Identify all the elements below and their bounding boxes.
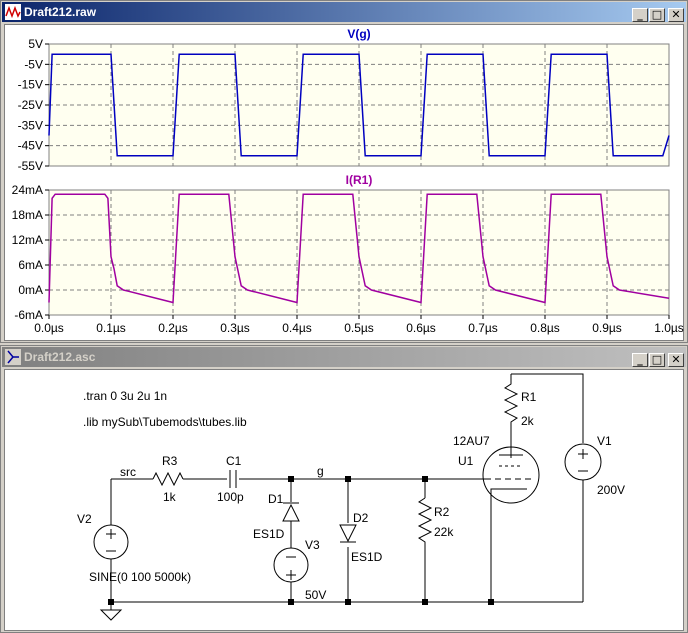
v1-value: 200V bbox=[597, 483, 625, 497]
d1-diode-icon bbox=[282, 502, 300, 528]
y-tick-label: 0mA bbox=[18, 283, 43, 297]
close-button[interactable]: ✕ bbox=[668, 353, 684, 367]
maximize-button[interactable]: □ bbox=[649, 353, 665, 367]
u1-triode-icon bbox=[482, 446, 540, 504]
c1-name: C1 bbox=[226, 454, 242, 468]
plot-window: Draft212.raw _ □ ✕ 5V -5V -15V -25V -35V -45V -5… bbox=[0, 0, 688, 343]
r2-resistor-icon bbox=[417, 497, 433, 547]
x-tick-label: 0.8µs bbox=[530, 321, 560, 335]
x-tick-label: 0.5µs bbox=[344, 321, 374, 335]
plot-window-title: Draft212.raw bbox=[24, 5, 97, 19]
y-tick-label: 24mA bbox=[12, 183, 43, 197]
v3-source-icon bbox=[273, 547, 309, 583]
y-tick-label: -25V bbox=[18, 98, 43, 112]
x-tick-label: 0.0µs bbox=[34, 321, 64, 335]
r2-value: 22k bbox=[434, 525, 454, 539]
v2-name: V2 bbox=[77, 512, 92, 526]
directive-lib: .lib mySub\Tubemods\tubes.lib bbox=[83, 415, 247, 429]
r1-resistor-icon bbox=[503, 374, 519, 430]
v2-value: SINE(0 100 5000k) bbox=[89, 570, 191, 584]
d2-model: ES1D bbox=[351, 550, 383, 564]
close-button[interactable]: ✕ bbox=[668, 8, 684, 22]
plot-area: 5V -5V -15V -25V -35V -45V -55V 24mA 18mA 12mA 6m… bbox=[4, 24, 684, 341]
minimize-button[interactable]: _ bbox=[632, 353, 648, 367]
y-tick-label: 12mA bbox=[12, 233, 43, 247]
r3-value: 1k bbox=[163, 490, 177, 504]
waveform-plot[interactable]: 5V -5V -15V -25V -35V -45V -55V 24mA 18mA 12mA 6m… bbox=[5, 25, 685, 340]
v1-name: V1 bbox=[597, 434, 612, 448]
x-tick-label: 0.6µs bbox=[406, 321, 436, 335]
v3-value: 50V bbox=[305, 588, 326, 602]
d2-diode-icon bbox=[339, 524, 357, 543]
x-tick-label: 0.2µs bbox=[158, 321, 188, 335]
r2-name: R2 bbox=[434, 505, 450, 519]
v1-source-icon bbox=[564, 443, 602, 481]
x-tick-label: 0.7µs bbox=[468, 321, 498, 335]
minimize-button[interactable]: _ bbox=[632, 8, 648, 22]
directive-tran: .tran 0 3u 2u 1n bbox=[83, 389, 167, 403]
net-label-src: src bbox=[120, 465, 136, 479]
pane-top-y-ticks: 5V -5V -15V -25V -35V -45V -55V bbox=[18, 37, 49, 173]
waveform-app-icon bbox=[5, 4, 21, 20]
y-tick-label: -45V bbox=[18, 139, 43, 153]
maximize-button[interactable]: □ bbox=[649, 8, 665, 22]
r3-resistor-icon bbox=[152, 471, 184, 487]
ground-icon bbox=[99, 609, 123, 621]
x-axis-ticks: 0.0µs 0.1µs 0.2µs 0.3µs 0.4µs 0.5µs 0.6µs 0.7µs… bbox=[34, 315, 684, 335]
d1-name: D1 bbox=[268, 492, 284, 506]
trace-label-ir1: I(R1) bbox=[346, 173, 373, 187]
x-tick-label: 0.1µs bbox=[96, 321, 126, 335]
plot-window-titlebar[interactable]: Draft212.raw _ □ ✕ bbox=[2, 2, 686, 22]
r3-name: R3 bbox=[162, 454, 178, 468]
trace-label-vg: V(g) bbox=[347, 27, 370, 41]
schematic-window-title: Draft212.asc bbox=[24, 350, 96, 364]
c1-value: 100p bbox=[217, 490, 244, 504]
r1-name: R1 bbox=[521, 390, 537, 404]
x-tick-label: 1.0µs bbox=[654, 321, 684, 335]
y-tick-label: -5V bbox=[24, 57, 43, 71]
y-tick-label: -55V bbox=[18, 159, 43, 173]
y-tick-label: -15V bbox=[18, 78, 43, 92]
r1-value: 2k bbox=[521, 414, 535, 428]
y-tick-label: -35V bbox=[18, 118, 43, 132]
x-tick-label: 0.9µs bbox=[592, 321, 622, 335]
schematic-drawing[interactable]: .tran 0 3u 2u 1n .lib mySub\Tubemods\tub… bbox=[5, 370, 684, 630]
x-tick-label: 0.4µs bbox=[282, 321, 312, 335]
x-tick-label: 0.3µs bbox=[220, 321, 250, 335]
y-tick-label: -6mA bbox=[14, 308, 43, 322]
schematic-app-icon bbox=[5, 349, 21, 365]
u1-model: 12AU7 bbox=[453, 434, 490, 448]
schematic-window-titlebar[interactable]: Draft212.asc _ □ ✕ bbox=[2, 347, 686, 367]
schematic-window: Draft212.asc _ □ ✕ .tran 0 3u 2u 1n .lib… bbox=[0, 345, 688, 633]
y-tick-label: 6mA bbox=[18, 258, 43, 272]
v2-source-icon bbox=[93, 524, 129, 560]
wire-r1-top bbox=[511, 373, 584, 443]
y-tick-label: 5V bbox=[28, 37, 43, 51]
y-tick-label: 18mA bbox=[12, 208, 43, 222]
pane-bottom-y-ticks: 24mA 18mA 12mA 6mA 0mA -6mA bbox=[12, 183, 49, 322]
u1-name: U1 bbox=[458, 454, 474, 468]
d1-model: ES1D bbox=[253, 527, 285, 541]
net-label-g: g bbox=[317, 464, 324, 478]
d2-name: D2 bbox=[353, 511, 369, 525]
v3-name: V3 bbox=[305, 538, 320, 552]
c1-capacitor-icon bbox=[229, 470, 237, 488]
schematic-canvas[interactable]: .tran 0 3u 2u 1n .lib mySub\Tubemods\tub… bbox=[4, 369, 684, 631]
